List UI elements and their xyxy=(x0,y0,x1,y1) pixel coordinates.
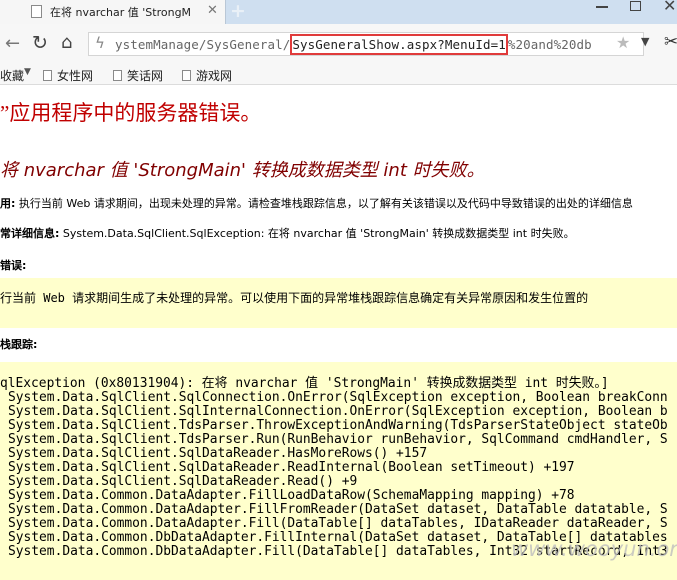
exception-text: System.Data.SqlClient.SqlException: 在将 n… xyxy=(59,227,575,240)
stack-line: System.Data.Common.DataAdapter.FillLoadD… xyxy=(8,488,575,503)
new-tab-icon[interactable]: + xyxy=(230,0,246,22)
stack-line: System.Data.SqlClient.SqlDataReader.HasM… xyxy=(8,446,428,461)
stack-line: System.Data.Common.DataAdapter.FillFromR… xyxy=(8,502,668,517)
description-text: 执行当前 Web 请求期间，出现未处理的异常。请检查堆栈跟踪信息，以了解有关该错… xyxy=(15,197,633,210)
exception-label: 常详细信息: xyxy=(0,227,60,240)
caret-down-icon[interactable]: ▼ xyxy=(24,67,31,77)
url-text[interactable]: ystemManage/SysGeneral/SysGeneralShow.as… xyxy=(115,34,592,55)
document-icon xyxy=(31,5,42,18)
stack-line: System.Data.SqlClient.SqlConnection.OnEr… xyxy=(8,390,668,405)
watermark: www.wooyun.org xyxy=(511,537,677,561)
bookmark-label: 笑话网 xyxy=(127,69,164,83)
bookmark-item[interactable]: 笑话网 xyxy=(113,67,163,84)
description-label: 用: xyxy=(0,197,16,210)
description-row: 用: 执行当前 Web 请求期间，出现未处理的异常。请检查堆栈跟踪信息，以了解有… xyxy=(0,195,633,211)
url-suffix: %20and%20db xyxy=(507,37,592,52)
tab-title: 在将 nvarchar 值 'StrongM xyxy=(50,6,192,19)
lightning-icon: ϟ xyxy=(95,34,105,52)
chevron-down-icon[interactable]: ▼ xyxy=(641,35,649,48)
source-error-panel: 行当前 Web 请求期间生成了未处理的异常。可以使用下面的异常堆栈跟踪信息确定有… xyxy=(0,278,677,328)
stack-line: qlException (0x80131904): 在将 nvarchar 值 … xyxy=(0,376,609,391)
stack-line: System.Data.SqlClient.SqlInternalConnect… xyxy=(8,404,668,419)
stack-trace-heading: 栈跟踪: xyxy=(0,336,37,352)
stack-line: System.Data.SqlClient.SqlDataReader.Read… xyxy=(8,474,358,489)
bookmark-label: 游戏网 xyxy=(196,69,233,83)
stack-line: System.Data.SqlClient.SqlDataReader.Read… xyxy=(8,460,575,475)
close-icon[interactable]: ✕ xyxy=(207,3,218,18)
browser-toolbar: ← ↻ ⌂ ϟ ystemManage/SysGeneral/SysGenera… xyxy=(0,24,677,63)
source-error-heading: 错误: xyxy=(0,257,26,273)
window-close-icon[interactable]: ✕ xyxy=(663,0,676,15)
stack-line: System.Data.Common.DataAdapter.Fill(Data… xyxy=(8,516,668,531)
home-icon[interactable]: ⌂ xyxy=(61,32,72,53)
url-prefix: ystemManage/SysGeneral/ xyxy=(115,37,291,52)
favorites-label[interactable]: 收藏 xyxy=(0,67,24,84)
bookmarks-bar: 收藏 ▼ 女性网 笑话网 游戏网 xyxy=(0,63,677,85)
browser-tab[interactable]: 在将 nvarchar 值 'StrongM ✕ xyxy=(0,0,226,24)
tab-bar: 在将 nvarchar 值 'StrongM ✕ + ✕ xyxy=(0,0,677,24)
document-icon xyxy=(182,70,191,81)
stack-trace-label: 栈跟踪: xyxy=(0,338,38,351)
url-highlight: SysGeneralShow.aspx?MenuId=1 xyxy=(290,34,508,55)
bookmark-item[interactable]: 游戏网 xyxy=(182,67,232,84)
error-subtitle: 将 nvarchar 值 'StrongMain' 转换成数据类型 int 时失… xyxy=(0,160,485,181)
source-error-text: 行当前 Web 请求期间生成了未处理的异常。可以使用下面的异常堆栈跟踪信息确定有… xyxy=(0,291,589,305)
bookmark-label: 女性网 xyxy=(57,69,94,83)
page-title: ”应用程序中的服务器错误。 xyxy=(0,101,262,125)
document-icon xyxy=(113,70,122,81)
maximize-icon[interactable] xyxy=(630,1,641,11)
stack-line: System.Data.SqlClient.TdsParser.Run(RunB… xyxy=(8,432,668,447)
document-icon xyxy=(43,70,52,81)
page-content: ”应用程序中的服务器错误。 将 nvarchar 值 'StrongMain' … xyxy=(0,85,677,580)
stack-line: System.Data.SqlClient.TdsParser.ThrowExc… xyxy=(8,418,668,433)
extension-icon[interactable]: ✂ xyxy=(664,32,677,52)
minimize-icon[interactable] xyxy=(596,6,608,8)
bookmark-item[interactable]: 女性网 xyxy=(43,67,93,84)
back-icon[interactable]: ← xyxy=(5,33,20,54)
reload-icon[interactable]: ↻ xyxy=(32,32,48,54)
address-bar[interactable]: ϟ ystemManage/SysGeneral/SysGeneralShow.… xyxy=(88,32,644,56)
star-icon[interactable]: ★ xyxy=(616,33,630,52)
exception-row: 常详细信息: System.Data.SqlClient.SqlExceptio… xyxy=(0,225,575,241)
source-error-label: 错误: xyxy=(0,259,27,272)
